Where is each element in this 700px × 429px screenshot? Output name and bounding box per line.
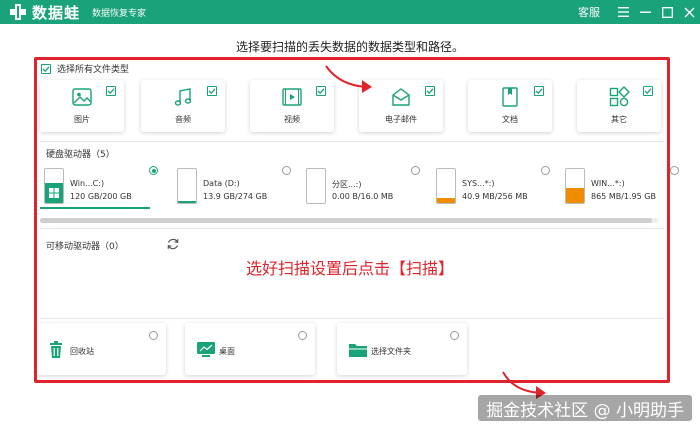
folder-icon (349, 344, 367, 357)
drive-name: SYS...*:) (462, 179, 495, 188)
other-icon (609, 86, 630, 107)
location-label: 桌面 (219, 347, 235, 356)
file-type-label: 图片 (74, 115, 90, 124)
checkbox-icon (106, 86, 116, 96)
drive-size: 40.9 MB/256 MB (462, 192, 528, 201)
file-type-label: 视频 (284, 115, 300, 124)
drive-size: 0.00 B/16.0 MB (332, 192, 394, 201)
checkbox-icon (425, 86, 435, 96)
music-icon (174, 88, 192, 106)
location-desktop[interactable]: 桌面 (185, 323, 315, 375)
logo-icon (8, 3, 28, 21)
drive-item[interactable]: Win...C:) 120 GB/200 GB (40, 166, 158, 206)
drives-scrollbar[interactable] (40, 218, 658, 223)
instruction-text: 选择要扫描的丢失数据的数据类型和路径。 (235, 40, 464, 54)
drive-name: WIN...*:) (591, 179, 625, 188)
drive-icon (306, 168, 326, 204)
file-type-email[interactable]: 电子邮件 (359, 80, 443, 132)
drive-usage-fill (566, 188, 584, 203)
title-bar: 数据蛙 数据恢复专家 客服 (0, 0, 700, 24)
close-button[interactable] (678, 0, 700, 24)
maximize-button[interactable] (656, 0, 678, 24)
drive-item[interactable]: Data (D:) 13.9 GB/274 GB (173, 166, 291, 206)
drive-usage-fill (178, 201, 196, 203)
drive-radio-button[interactable] (411, 166, 420, 175)
desktop-icon (197, 342, 215, 357)
app-name: 数据蛙 (32, 3, 81, 22)
select-all-label: 选择所有文件类型 (57, 65, 130, 75)
divider (40, 228, 664, 229)
customer-service-link[interactable]: 客服 (578, 4, 600, 20)
file-type-video[interactable]: 视频 (250, 80, 334, 132)
drive-size: 865 MB/1.95 GB (591, 192, 656, 201)
checkbox-icon (207, 86, 217, 96)
minimize-icon (639, 11, 651, 13)
video-icon (282, 88, 302, 106)
location-label: 选择文件夹 (371, 347, 411, 356)
divider (40, 318, 664, 319)
drive-icon (565, 168, 585, 204)
drive-radio-button[interactable] (149, 166, 158, 175)
hard-drives-title: 硬盘驱动器（5） (46, 150, 115, 160)
removable-drives-title: 可移动驱动器（0） (46, 242, 124, 252)
divider (40, 141, 664, 142)
app-logo: 数据蛙 数据恢复专家 (8, 2, 146, 23)
radio-button[interactable] (149, 331, 158, 340)
menu-button[interactable] (612, 0, 634, 24)
refresh-icon[interactable] (166, 237, 180, 251)
menu-icon (617, 7, 629, 17)
drive-size: 120 GB/200 GB (70, 192, 132, 201)
close-icon (684, 7, 694, 17)
selected-drive-indicator (40, 207, 150, 209)
drive-item[interactable]: SYS...*:) 40.9 MB/256 MB (432, 166, 550, 206)
location-recycle-bin[interactable]: 回收站 (36, 323, 166, 375)
radio-button[interactable] (298, 331, 307, 340)
drive-usage-fill (437, 197, 455, 203)
file-type-label: 其它 (611, 115, 627, 124)
maximize-icon (661, 6, 673, 18)
file-type-document[interactable]: 文档 (468, 80, 552, 132)
windows-icon (49, 188, 59, 198)
file-type-label: 音频 (175, 115, 191, 124)
drive-radio-button[interactable] (670, 166, 679, 175)
minimize-button[interactable] (634, 0, 656, 24)
radio-button[interactable] (450, 331, 459, 340)
drive-item[interactable]: WIN...*:) 865 MB/1.95 GB (561, 166, 679, 206)
image-icon (72, 88, 92, 106)
trash-icon (50, 341, 62, 358)
drive-radio-button[interactable] (282, 166, 291, 175)
watermark-text: 掘金技术社区 @ 小明助手 (478, 395, 692, 421)
drive-item[interactable]: 分区...:) 0.00 B/16.0 MB (302, 166, 420, 206)
checkbox-icon (41, 63, 51, 74)
checkbox-icon (643, 86, 653, 96)
location-label: 回收站 (70, 347, 94, 356)
file-type-image[interactable]: 图片 (40, 80, 124, 132)
checkbox-icon (534, 86, 544, 96)
file-type-label: 电子邮件 (385, 115, 417, 124)
drive-icon (177, 168, 197, 204)
select-all-checkbox[interactable]: 选择所有文件类型 (41, 62, 129, 75)
annotation-text: 选好扫描设置后点击【扫描】 (245, 259, 454, 278)
file-type-other[interactable]: 其它 (577, 80, 661, 132)
drive-name: 分区...:) (332, 180, 362, 189)
drive-size: 13.9 GB/274 GB (203, 192, 268, 201)
file-type-label: 文档 (502, 115, 518, 124)
document-icon (502, 87, 518, 107)
location-choose-folder[interactable]: 选择文件夹 (337, 323, 467, 375)
drive-radio-button[interactable] (541, 166, 550, 175)
drive-name: Data (D:) (203, 179, 240, 188)
scrollbar-thumb[interactable] (40, 218, 652, 223)
checkbox-icon (316, 86, 326, 96)
email-icon (392, 88, 410, 106)
drive-name: Win...C:) (70, 179, 105, 188)
drive-icon (436, 168, 456, 204)
drive-icon (44, 168, 64, 204)
app-subtitle: 数据恢复专家 (92, 8, 147, 19)
file-type-audio[interactable]: 音频 (141, 80, 225, 132)
